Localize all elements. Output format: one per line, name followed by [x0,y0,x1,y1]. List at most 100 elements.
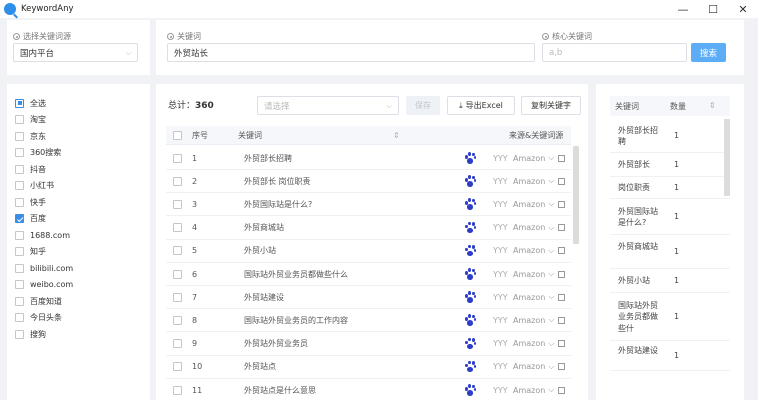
row-amazon-select[interactable]: Amazon ⌵ [513,193,554,215]
search-button[interactable]: 搜索 [691,43,726,62]
source-item[interactable]: 抖音 [15,161,73,178]
row-checkbox[interactable] [173,246,182,256]
table-row[interactable]: 11 外贸站点是什么意思 YYY Amazon ⌵ [166,379,571,400]
select-all-checkbox[interactable] [173,130,182,140]
source-checkbox[interactable] [15,230,24,240]
platform-select[interactable]: 国内平台 ⌵ [13,43,138,62]
keyword-count-scrollbar[interactable] [724,119,730,196]
edit-icon[interactable] [558,200,565,208]
edit-icon[interactable] [558,270,565,278]
edit-icon[interactable] [558,293,565,301]
source-item[interactable]: 百度 [15,211,73,228]
row-checkbox[interactable] [173,292,182,302]
source-item[interactable]: 1688.com [15,227,73,244]
edit-icon[interactable] [558,247,565,255]
keyword-count-row[interactable]: 外贸站建设 1 [610,341,730,371]
edit-icon[interactable] [558,363,565,371]
source-checkbox[interactable] [15,131,24,141]
source-item[interactable]: 360搜索 [15,145,73,162]
row-checkbox[interactable] [173,176,182,186]
source-item[interactable]: bilibili.com [15,260,73,277]
source-checkbox[interactable] [15,148,24,158]
export-excel-button[interactable]: ⤓ 导出Excel [447,96,515,115]
row-checkbox[interactable] [173,199,182,209]
row-amazon-select[interactable]: Amazon ⌵ [513,217,554,239]
row-checkbox[interactable] [173,269,182,279]
keyword-count-row[interactable]: 岗位职责 1 [610,177,730,199]
table-row[interactable]: 5 外贸小站 YYY Amazon ⌵ [166,240,571,263]
row-amazon-select[interactable]: Amazon ⌵ [513,147,554,169]
source-checkbox[interactable] [15,329,24,339]
source-checkbox[interactable] [15,263,24,273]
edit-icon[interactable] [558,224,565,232]
row-checkbox[interactable] [173,223,182,233]
close-button[interactable]: ✕ [728,0,758,18]
table-row[interactable]: 8 国际站外贸业务员的工作内容 YYY Amazon ⌵ [166,309,571,333]
source-checkbox[interactable] [15,247,24,257]
edit-icon[interactable] [558,154,565,162]
window-title: KeywordAny [21,4,74,14]
maximize-button[interactable]: ☐ [698,0,728,18]
copy-keywords-button[interactable]: 复制关键字 [521,96,581,115]
source-checkbox[interactable] [15,313,24,323]
row-amazon-select[interactable]: Amazon ⌵ [513,379,554,400]
row-checkbox[interactable] [173,362,182,372]
minimize-button[interactable]: — [668,0,698,18]
core-keyword-input[interactable]: a,b [542,43,687,62]
filter-select[interactable]: 请选择 ⌵ [257,96,399,115]
table-row[interactable]: 3 外贸国际站是什么? YYY Amazon ⌵ [166,193,571,217]
row-checkbox[interactable] [173,385,182,395]
table-row[interactable]: 1 外贸部长招聘 YYY Amazon ⌵ [166,147,571,170]
keyword-input[interactable]: 外贸站长 [167,43,535,62]
row-amazon-select[interactable]: Amazon ⌵ [513,309,554,331]
row-amazon-select[interactable]: Amazon ⌵ [513,170,554,192]
source-checkbox[interactable] [15,164,24,174]
source-item[interactable]: 搜狗 [15,326,73,343]
table-row[interactable]: 6 国际站外贸业务员都做些什么 YYY Amazon ⌵ [166,263,571,286]
source-checkbox[interactable] [15,296,24,306]
source-checkbox[interactable] [15,115,24,125]
table-row[interactable]: 10 外贸站点 YYY Amazon ⌵ [166,356,571,379]
source-item[interactable]: 今日头条 [15,310,73,327]
row-amazon-select[interactable]: Amazon ⌵ [513,286,554,308]
row-amazon-select[interactable]: Amazon ⌵ [513,333,554,355]
row-checkbox[interactable] [173,153,182,163]
source-checkbox[interactable] [15,181,24,191]
row-checkbox[interactable] [173,339,182,349]
keyword-label: 关键词 [177,32,201,41]
keyword-count-row[interactable]: 外贸商城站 1 [610,235,730,269]
source-item[interactable]: 百度知道 [15,293,73,310]
keyword-count-row[interactable]: 外贸部长 1 [610,153,730,177]
keyword-column-header[interactable]: 关键词 ⇕ [238,126,400,144]
source-item[interactable]: 快手 [15,194,73,211]
source-checkbox[interactable] [15,280,24,290]
source-checkbox[interactable] [15,214,24,224]
table-row[interactable]: 4 外贸商城站 YYY Amazon ⌵ [166,217,571,240]
edit-icon[interactable] [558,386,565,394]
source-item[interactable]: 京东 [15,128,73,145]
keyword-count-row[interactable]: 外贸部长招聘 1 [610,119,730,153]
table-scrollbar[interactable] [573,146,579,244]
row-amazon-select[interactable]: Amazon ⌵ [513,240,554,262]
edit-icon[interactable] [558,316,565,324]
source-item[interactable]: 小红书 [15,178,73,195]
keyword-count-row[interactable]: 外贸小站 1 [610,269,730,293]
row-keyword: 国际站外贸业务员的工作内容 [244,315,348,325]
source-item[interactable]: weibo.com [15,277,73,294]
save-button[interactable]: 保存 [406,96,440,115]
row-amazon-select[interactable]: Amazon ⌵ [513,263,554,285]
keyword-count-row[interactable]: 国际站外贸业务员都做些什 1 [610,293,730,341]
row-checkbox[interactable] [173,315,182,325]
source-item[interactable]: 知乎 [15,244,73,261]
row-amazon-select[interactable]: Amazon ⌵ [513,356,554,378]
table-row[interactable]: 9 外贸站外贸业务员 YYY Amazon ⌵ [166,333,571,356]
edit-icon[interactable] [558,340,565,348]
edit-icon[interactable] [558,177,565,185]
source-item[interactable]: 全选 [15,95,73,112]
source-item[interactable]: 淘宝 [15,112,73,129]
table-row[interactable]: 2 外贸部长 岗位职责 YYY Amazon ⌵ [166,170,571,194]
keyword-count-row[interactable]: 外贸国际站是什么? 1 [610,199,730,235]
source-checkbox[interactable] [15,98,24,108]
table-row[interactable]: 7 外贸站建设 YYY Amazon ⌵ [166,286,571,310]
source-checkbox[interactable] [15,197,24,207]
